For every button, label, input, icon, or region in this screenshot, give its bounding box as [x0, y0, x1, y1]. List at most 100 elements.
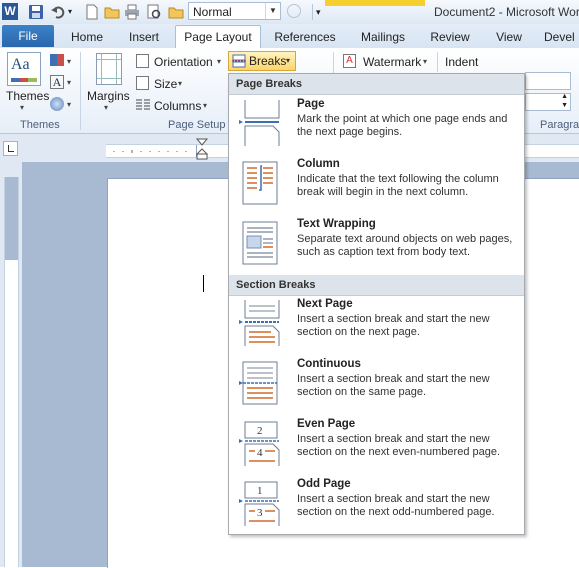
tab-page-layout[interactable]: Page Layout [175, 25, 261, 48]
group-label-page-setup: Page Setup [168, 119, 226, 131]
group-separator [80, 52, 81, 130]
menu-item-next-page-desc: Insert a section break and start the new… [297, 313, 490, 338]
breaks-dropdown-icon: ▾ [286, 56, 291, 65]
breaks-label: Breaks [249, 54, 287, 68]
margins-dropdown-icon[interactable]: ▾ [104, 103, 108, 112]
menu-item-page-desc: Mark the point at which one page ends an… [297, 113, 508, 138]
menu-item-even-page-desc: Insert a section break and start the new… [297, 433, 501, 458]
page-breaks-header-label: Page Breaks [236, 78, 303, 90]
continuous-icon [239, 360, 281, 406]
watermark-label[interactable]: Watermark [363, 55, 421, 69]
margins-label[interactable]: Margins [87, 89, 130, 103]
orientation-dropdown-icon[interactable]: ▾ [217, 57, 221, 66]
column-break-icon [239, 160, 281, 206]
menu-item-odd-page-desc: Insert a section break and start the new… [297, 493, 495, 518]
orientation-label[interactable]: Orientation [154, 55, 213, 69]
tab-review[interactable]: Review [426, 27, 474, 47]
undo-icon[interactable] [50, 4, 66, 20]
tab-view[interactable]: View [489, 27, 529, 47]
menu-item-even-page-title: Even Page [297, 418, 356, 430]
style-selector-value: Normal [193, 5, 232, 19]
style-dropdown-icon[interactable]: ▼ [265, 3, 280, 19]
menu-item-odd-page-title: Odd Page [297, 478, 351, 490]
svg-text:4: 4 [257, 447, 263, 459]
page-break-icon [239, 100, 281, 146]
new-document-icon[interactable] [84, 4, 100, 20]
customize-qat-icon[interactable]: ▾ [312, 4, 326, 20]
quick-print-icon[interactable] [124, 4, 140, 20]
theme-effects-icon[interactable] [50, 97, 64, 111]
size-label[interactable]: Size [154, 77, 177, 91]
style-selector[interactable]: Normal ▼ [188, 2, 281, 20]
theme-effects-dropdown-icon[interactable]: ▾ [67, 100, 71, 109]
menu-item-text-wrapping[interactable]: Text Wrapping Separate text around objec… [229, 216, 524, 276]
watermark-icon[interactable]: A [343, 54, 356, 68]
word-app-icon[interactable]: W [2, 3, 18, 20]
next-page-icon [239, 300, 281, 346]
breaks-button[interactable]: Breaks ▾ [228, 51, 296, 71]
folder-icon[interactable] [168, 4, 184, 20]
save-icon[interactable] [28, 4, 44, 20]
menu-item-odd-page[interactable]: 1 3 Odd Page Insert a section break and … [229, 476, 524, 536]
size-icon[interactable] [136, 76, 149, 90]
group-separator [437, 52, 438, 72]
svg-text:3: 3 [257, 507, 263, 519]
themes-icon[interactable]: Aa [7, 52, 41, 86]
yellow-bar [325, 0, 425, 6]
open-folder-icon[interactable] [104, 4, 120, 20]
tab-developer[interactable]: Devel [544, 27, 579, 47]
menu-item-column[interactable]: Column Indicate that the text following … [229, 156, 524, 216]
columns-dropdown-icon[interactable]: ▾ [203, 101, 207, 110]
menu-item-continuous-desc: Insert a section break and start the new… [297, 373, 490, 398]
disabled-circle-icon [287, 4, 301, 18]
text-wrapping-icon [239, 220, 281, 266]
menu-item-column-title: Column [297, 158, 340, 170]
menu-item-continuous-title: Continuous [297, 358, 361, 370]
tab-home[interactable]: Home [66, 27, 108, 47]
menu-item-continuous[interactable]: Continuous Insert a section break and st… [229, 356, 524, 416]
tab-selector-icon[interactable] [3, 141, 18, 156]
menu-item-next-page[interactable]: Next Page Insert a section break and sta… [229, 296, 524, 356]
menu-item-even-page[interactable]: 2 4 Even Page Insert a section break and… [229, 416, 524, 476]
indent-spinner[interactable]: ▲ ▼ [525, 93, 571, 111]
indent-spinner-top[interactable] [525, 72, 571, 90]
svg-text:1: 1 [257, 485, 263, 497]
section-breaks-header: Section Breaks [229, 275, 524, 296]
tab-insert[interactable]: Insert [122, 27, 166, 47]
themes-label[interactable]: Themes [6, 89, 49, 103]
text-cursor [203, 275, 204, 292]
menu-item-column-desc: Indicate that the text following the col… [297, 173, 499, 198]
page-breaks-header: Page Breaks [229, 74, 524, 95]
theme-colors-icon[interactable] [50, 54, 64, 66]
watermark-dropdown-icon[interactable]: ▾ [423, 57, 427, 66]
menu-item-text-wrapping-desc: Separate text around objects on web page… [297, 233, 513, 258]
menu-item-page-title: Page [297, 98, 325, 110]
print-preview-icon[interactable] [146, 4, 162, 20]
breaks-menu: Page Breaks Page Mark the point at which… [228, 73, 525, 535]
odd-page-icon: 1 3 [239, 480, 281, 526]
group-label-paragraph: Paragra [540, 119, 579, 131]
menu-item-next-page-title: Next Page [297, 298, 353, 310]
columns-label[interactable]: Columns [154, 99, 201, 113]
spinner-down-icon[interactable]: ▼ [561, 101, 568, 111]
vertical-ruler[interactable] [4, 177, 19, 567]
tab-mailings[interactable]: Mailings [355, 27, 411, 47]
tab-file[interactable]: File [2, 25, 54, 47]
indent-marker-icon[interactable] [195, 137, 209, 161]
group-label-themes: Themes [20, 119, 60, 131]
theme-fonts-dropdown-icon[interactable]: ▾ [67, 78, 71, 87]
section-breaks-header-label: Section Breaks [236, 279, 316, 291]
columns-icon[interactable] [136, 98, 150, 111]
margins-icon[interactable] [96, 53, 122, 85]
size-dropdown-icon[interactable]: ▾ [178, 79, 182, 88]
indent-label: Indent [445, 55, 479, 69]
orientation-icon[interactable] [136, 54, 149, 68]
theme-fonts-icon[interactable]: A [50, 75, 64, 89]
undo-dropdown-icon[interactable]: ▾ [68, 4, 76, 20]
themes-dropdown-icon[interactable]: ▾ [20, 103, 24, 112]
even-page-icon: 2 4 [239, 420, 281, 466]
tab-references[interactable]: References [270, 27, 340, 47]
menu-item-page[interactable]: Page Mark the point at which one page en… [229, 96, 524, 156]
theme-colors-dropdown-icon[interactable]: ▾ [67, 57, 71, 66]
window-title: Document2 - Microsoft Word [434, 5, 579, 19]
